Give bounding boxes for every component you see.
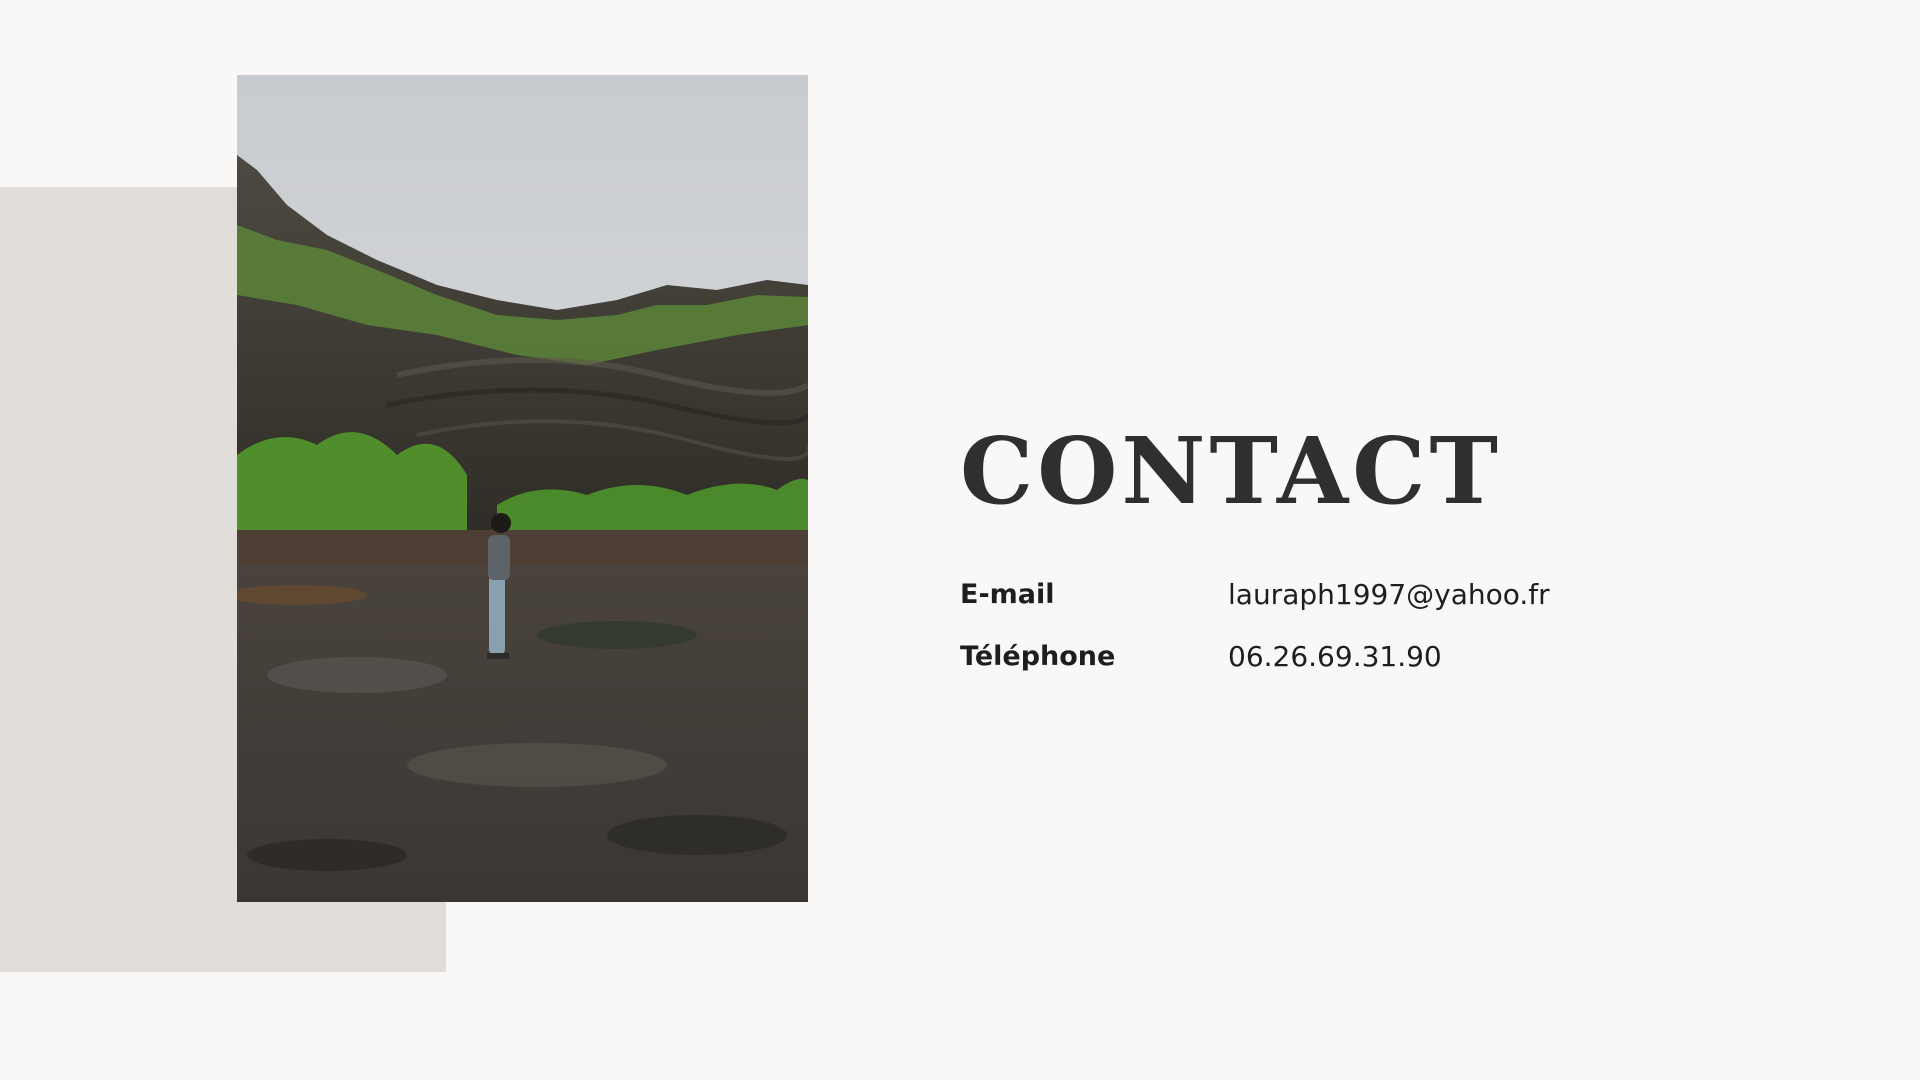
page-title: CONTACT [960,417,1502,525]
contact-row-email: E-mail lauraph1997@yahoo.fr [960,574,1560,614]
contact-row-phone: Téléphone 06.26.69.31.90 [960,636,1560,676]
landscape-photo [237,75,808,902]
contact-slide: CONTACT E-mail lauraph1997@yahoo.fr Télé… [0,0,1920,1080]
email-value: lauraph1997@yahoo.fr [1228,577,1550,611]
email-label: E-mail [960,578,1055,610]
photo-illustration [237,75,808,902]
phone-value: 06.26.69.31.90 [1228,639,1442,673]
phone-label: Téléphone [960,640,1116,672]
